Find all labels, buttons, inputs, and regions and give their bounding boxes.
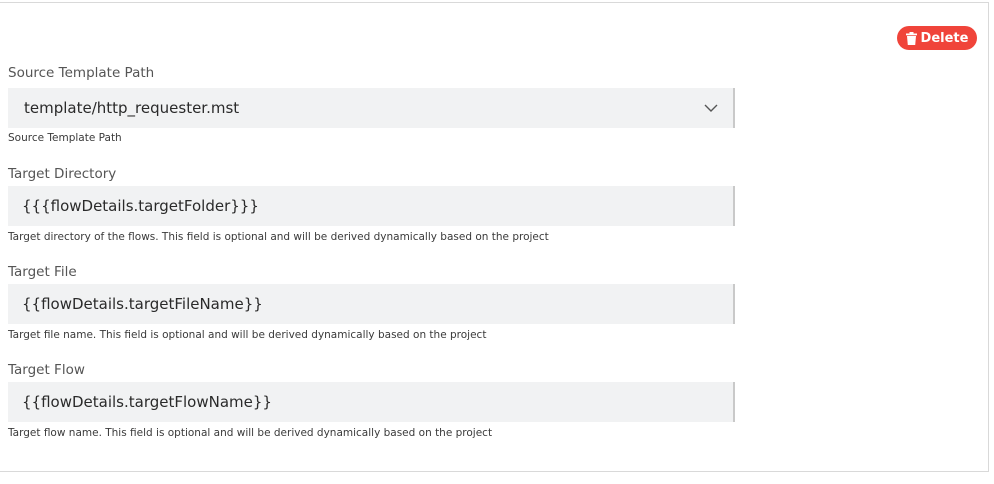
target-file-label: Target File (8, 264, 77, 280)
target-directory-help: Target directory of the flows. This fiel… (8, 231, 549, 243)
target-directory-input[interactable]: {{{flowDetails.targetFolder}}} (8, 186, 735, 226)
target-file-input[interactable]: {{flowDetails.targetFileName}} (8, 284, 735, 324)
target-directory-label: Target Directory (8, 166, 117, 182)
target-flow-label: Target Flow (8, 362, 85, 378)
target-flow-value: {{flowDetails.targetFlowName}} (22, 393, 272, 411)
target-directory-value: {{{flowDetails.targetFolder}}} (22, 197, 259, 215)
source-template-label: Source Template Path (8, 65, 155, 81)
source-template-value: template/http_requester.mst (24, 99, 240, 117)
chevron-down-icon (704, 104, 718, 112)
source-template-help: Source Template Path (8, 132, 122, 144)
delete-button-label: Delete (920, 30, 969, 46)
trash-icon (905, 31, 917, 45)
source-template-select[interactable]: template/http_requester.mst (8, 88, 735, 128)
form-panel: Delete Source Template Path template/htt… (0, 2, 989, 472)
target-file-value: {{flowDetails.targetFileName}} (22, 295, 263, 313)
target-file-help: Target file name. This field is optional… (8, 329, 487, 341)
delete-button[interactable]: Delete (897, 26, 977, 50)
target-flow-input[interactable]: {{flowDetails.targetFlowName}} (8, 382, 735, 422)
target-flow-help: Target flow name. This field is optional… (8, 427, 493, 439)
